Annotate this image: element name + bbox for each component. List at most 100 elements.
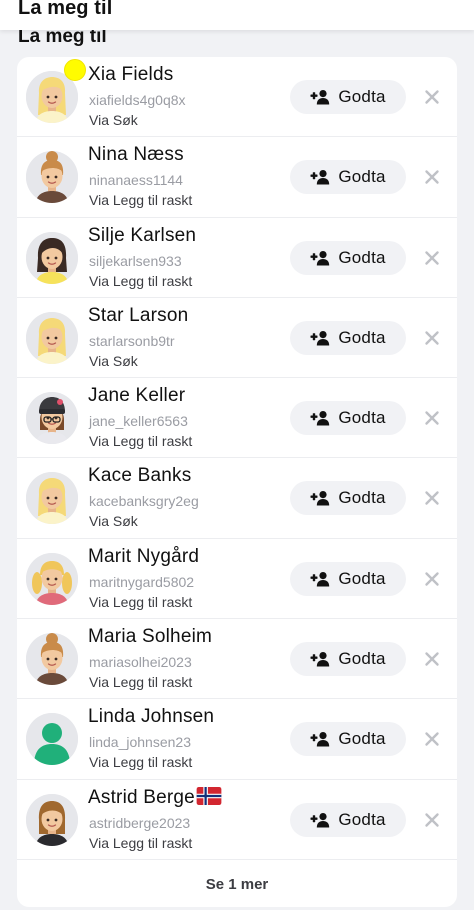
accept-button-label: Godta [338, 247, 386, 267]
friend-name-text: Marit Nygård [88, 545, 200, 567]
friend-name: Kace Banks [88, 465, 191, 487]
add-friend-icon [310, 169, 330, 185]
friend-name-text: Kace Banks [88, 465, 192, 487]
close-icon[interactable] [423, 88, 441, 106]
request-source: Via Legg til raskt [89, 754, 193, 771]
requests-list: Xia Fields xiafields4g0q8x Via Søk Godta Nin… [17, 57, 457, 860]
touch-indicator [64, 59, 86, 81]
friend-request-row[interactable]: Kace Banks kacebanksgry2eg Via Søk Godta [17, 458, 457, 539]
avatar[interactable] [26, 472, 78, 525]
friend-name: Linda Johnsen [88, 706, 214, 728]
friend-name: Star Larson [88, 305, 188, 327]
top-bar: La meg til [0, 0, 474, 30]
friend-request-row[interactable]: Star Larson starlarsonb9tr Via Søk Godta [17, 298, 457, 379]
friend-name-text: Star Larson [88, 304, 189, 326]
close-icon[interactable] [423, 811, 441, 829]
close-icon[interactable] [423, 329, 441, 347]
request-source: Via Søk [89, 112, 138, 128]
friend-name-text: Maria Solheim [88, 626, 213, 648]
close-icon[interactable] [423, 730, 441, 748]
avatar[interactable] [26, 392, 78, 445]
friend-name-text: Astrid Berge [88, 786, 195, 808]
accept-button[interactable]: Godta [290, 802, 406, 837]
close-icon[interactable] [423, 249, 441, 267]
add-friend-icon [310, 571, 330, 587]
accept-button[interactable]: Godta [290, 561, 406, 596]
avatar[interactable] [26, 311, 78, 364]
request-source: Via Søk [89, 352, 138, 369]
friend-username: ninanaess1144 [89, 172, 183, 189]
accept-button[interactable]: Godta [290, 160, 406, 195]
add-friend-icon [310, 330, 330, 346]
close-icon[interactable] [423, 168, 441, 186]
add-friend-icon [310, 410, 330, 426]
friend-username: siljekarlsen933 [89, 252, 182, 269]
friend-name: Xia Fields [88, 64, 173, 86]
accept-button-label: Godta [338, 167, 386, 187]
accept-button-label: Godta [338, 568, 386, 588]
see-more-button[interactable]: Se 1 mer [17, 861, 457, 907]
request-source: Via Legg til raskt [89, 433, 193, 450]
friend-username: jane_keller6563 [89, 413, 188, 430]
friend-username: linda_johnsen23 [89, 734, 191, 751]
friend-name-text: Xia Fields [88, 64, 174, 85]
friend-username: starlarsonb9tr [89, 332, 175, 349]
accept-button[interactable]: Godta [290, 80, 406, 114]
accept-button[interactable]: Godta [290, 401, 406, 436]
accept-button-label: Godta [338, 809, 386, 829]
friend-request-row[interactable]: Jane Keller jane_keller6563 Via Legg til r… [17, 378, 457, 459]
friend-username: maritnygard5802 [89, 573, 195, 590]
friend-name: Astrid Berge [88, 786, 222, 811]
request-source: Via Legg til raskt [89, 674, 193, 691]
avatar[interactable] [26, 151, 78, 204]
friend-request-row[interactable]: Xia Fields xiafields4g0q8x Via Søk Godta [17, 57, 457, 138]
friend-request-row[interactable]: Marit Nygård maritnygard5802 Via Legg til … [17, 539, 457, 620]
friend-name: Nina Næss [88, 144, 184, 166]
friend-name: Silje Karlsen [88, 225, 196, 247]
avatar[interactable] [26, 633, 78, 686]
avatar[interactable] [26, 552, 78, 605]
friend-name-text: Nina Næss [88, 144, 184, 166]
accept-button-label: Godta [338, 649, 386, 669]
request-source: Via Legg til raskt [89, 834, 193, 851]
top-bar-title: La meg til [18, 0, 113, 19]
accept-button-label: Godta [338, 488, 386, 508]
add-friend-icon [310, 250, 330, 266]
request-source: Via Legg til raskt [89, 192, 193, 209]
close-icon[interactable] [423, 650, 441, 668]
friend-name-text: Linda Johnsen [88, 706, 215, 728]
accept-button-label: Godta [338, 87, 386, 106]
accept-button-label: Godta [338, 327, 386, 347]
accept-button[interactable]: Godta [290, 240, 406, 275]
friend-request-row[interactable]: Linda Johnsen linda_johnsen23 Via Legg til… [17, 699, 457, 780]
request-source: Via Søk [89, 513, 138, 530]
close-icon[interactable] [423, 489, 441, 507]
add-friend-icon [310, 651, 330, 667]
friend-username: astridberge2023 [89, 814, 191, 831]
friend-username: kacebanksgry2eg [89, 493, 199, 510]
avatar[interactable] [26, 231, 78, 284]
accept-button[interactable]: Godta [290, 320, 406, 355]
friend-username: mariasolhei2023 [89, 654, 192, 671]
friend-name-text: Silje Karlsen [88, 224, 197, 246]
friend-request-row[interactable]: Nina Næss ninanaess1144 Via Legg til raskt… [17, 137, 457, 218]
friend-name: Marit Nygård [88, 546, 199, 568]
friend-request-row[interactable]: Silje Karlsen siljekarlsen933 Via Legg til… [17, 218, 457, 298]
accept-button-label: Godta [338, 408, 386, 428]
friend-name: Jane Keller [88, 385, 185, 407]
friend-name-text: Jane Keller [88, 385, 186, 407]
close-icon[interactable] [423, 409, 441, 427]
friend-request-row[interactable]: Astrid Berge astridberge2023 Via Legg til … [17, 780, 457, 860]
accept-button[interactable]: Godta [290, 722, 406, 757]
friend-name: Maria Solheim [88, 626, 212, 648]
add-friend-icon [310, 490, 330, 506]
add-friend-icon [310, 731, 330, 747]
accept-button[interactable]: Godta [290, 642, 406, 677]
friend-request-row[interactable]: Maria Solheim mariasolhei2023 Via Legg til… [17, 619, 457, 700]
avatar[interactable] [26, 713, 78, 766]
requests-card: Xia Fields xiafields4g0q8x Via Søk Godta Nin… [17, 57, 457, 907]
close-icon[interactable] [423, 570, 441, 588]
accept-button[interactable]: Godta [290, 481, 406, 516]
avatar[interactable] [26, 793, 78, 846]
norway-flag-icon [196, 786, 222, 811]
